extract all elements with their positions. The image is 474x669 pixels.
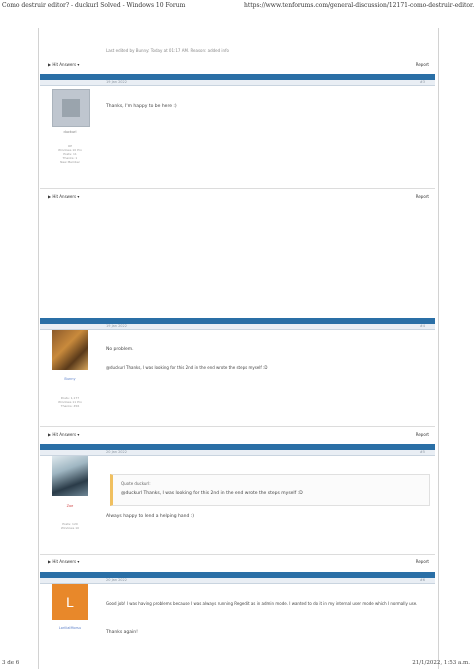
page-url[interactable]: https://www.tenforums.com/general-discus… — [244, 0, 474, 12]
page-title: Como destruir editor? - duckurl Solved -… — [2, 2, 186, 9]
answers-button[interactable]: ▶ Hit Answers ▾ — [48, 557, 79, 566]
post-quote-text: @duckurl Thanks, I was looking for this … — [106, 365, 268, 370]
post-date: 19 Jan 2022 — [106, 80, 127, 84]
post-message: Good job! I was having problems because … — [106, 601, 418, 606]
report-button[interactable]: Report — [416, 192, 429, 201]
answers-button[interactable]: ▶ Hit Answers ▾ — [48, 430, 79, 439]
divider — [40, 554, 435, 555]
answers-button[interactable]: ▶ Hit Answers ▾ — [48, 60, 79, 69]
quote-header: Quote duckurl: — [121, 481, 151, 486]
default-avatar-icon — [62, 99, 80, 117]
print-footer: 3 de 6 21/1/2022, 1:53 a.m. — [0, 657, 474, 669]
quote-block: Quote duckurl: @duckurl Thanks, I was lo… — [110, 474, 430, 506]
username[interactable]: Bunny — [44, 377, 96, 381]
report-button[interactable]: Report — [416, 430, 429, 439]
user-meta: Posts: 120 Windows 10 — [60, 522, 80, 530]
post-message-2: Thanks again! — [106, 630, 138, 635]
post-subbar: 20 Jan 2022 #6 — [40, 578, 435, 584]
edit-note: Last edited by Bunny: Today at 01:17 AM.… — [106, 48, 229, 53]
print-header: Como destruir editor? - duckurl Solved -… — [0, 0, 474, 12]
print-date: 21/1/2022, 1:53 a.m. — [412, 660, 470, 666]
post-subbar: 20 Jan 2022 #5 — [40, 450, 435, 456]
page-number: 3 de 6 — [2, 660, 20, 666]
answers-button[interactable]: ▶ Hit Answers ▾ — [48, 192, 79, 201]
post-number[interactable]: #3 — [420, 80, 425, 85]
post-date: 19 Jan 2022 — [106, 324, 127, 328]
post-actions: ▶ Hit Answers ▾ Report — [40, 557, 435, 566]
username[interactable]: Zoe — [44, 504, 96, 508]
post-subbar: 19 Jan 2022 #4 — [40, 324, 435, 330]
post-number[interactable]: #5 — [420, 450, 425, 455]
username[interactable]: LoriliaIMorsu — [44, 626, 96, 630]
post-subbar: 19 Jan 2022 #3 — [40, 80, 435, 86]
avatar[interactable]: L — [52, 584, 88, 620]
report-button[interactable]: Report — [416, 557, 429, 566]
divider — [40, 188, 435, 189]
post-message: Thanks, I'm happy to be here :) — [106, 104, 177, 109]
post-actions: ▶ Hit Answers ▾ Report — [40, 60, 435, 69]
post-date: 20 Jan 2022 — [106, 578, 127, 582]
user-meta: Posts: 1,177 Windows 11 Pro Thanks: 456 — [58, 396, 82, 408]
user-meta: OP Windows 10 Pro Posts: 11 Thanks: 1 New … — [58, 144, 82, 164]
post-date: 20 Jan 2022 — [106, 450, 127, 454]
post-message: Always happy to lend a helping hand :) — [106, 514, 195, 519]
post-actions: ▶ Hit Answers ▾ Report — [40, 192, 435, 201]
avatar[interactable] — [52, 330, 88, 370]
report-button[interactable]: Report — [416, 60, 429, 69]
post-message: No problem. — [106, 347, 134, 352]
post-number[interactable]: #6 — [420, 578, 425, 583]
avatar[interactable] — [52, 456, 88, 496]
avatar[interactable] — [52, 89, 90, 127]
username[interactable]: duckurl — [44, 130, 96, 134]
divider — [40, 426, 435, 427]
quote-text: @duckurl Thanks, I was looking for this … — [121, 491, 303, 496]
post-number[interactable]: #4 — [420, 324, 425, 329]
post-actions: ▶ Hit Answers ▾ Report — [40, 430, 435, 439]
